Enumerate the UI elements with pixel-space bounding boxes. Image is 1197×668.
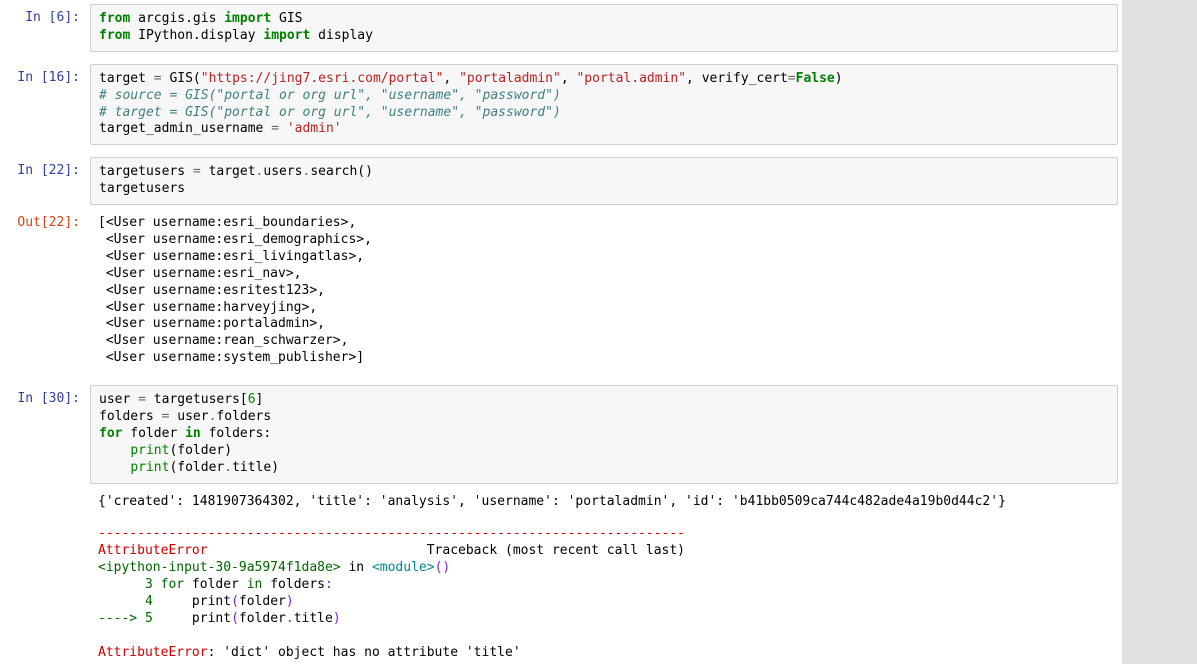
code-input-area[interactable]: target = GIS("https://jing7.esri.com/por… xyxy=(90,64,1118,146)
stdout-area: {'created': 1481907364302, 'title': 'ana… xyxy=(90,488,1118,517)
input-prompt: In [30]: xyxy=(4,385,90,483)
empty-prompt xyxy=(4,520,90,667)
stdout-cell: {'created': 1481907364302, 'title': 'ana… xyxy=(4,488,1118,517)
output-prompt: Out[22]: xyxy=(4,209,90,373)
code-cell[interactable]: In [6]: from arcgis.gis import GIS from … xyxy=(4,4,1118,52)
code-cell[interactable]: In [16]: target = GIS("https://jing7.esr… xyxy=(4,64,1118,146)
empty-prompt xyxy=(4,488,90,517)
code-input-area[interactable]: from arcgis.gis import GIS from IPython.… xyxy=(90,4,1118,52)
input-prompt: In [22]: xyxy=(4,157,90,205)
output-area: [<User username:esri_boundaries>, <User … xyxy=(90,209,1118,373)
code-cell[interactable]: In [30]: user = targetusers[6] folders =… xyxy=(4,385,1118,483)
input-prompt: In [6]: xyxy=(4,4,90,52)
input-prompt: In [16]: xyxy=(4,64,90,146)
code-text[interactable]: from arcgis.gis import GIS from IPython.… xyxy=(99,11,1109,45)
code-input-area[interactable]: targetusers = target.users.search() targ… xyxy=(90,157,1118,205)
notebook-panel: In [6]: from arcgis.gis import GIS from … xyxy=(0,0,1122,664)
traceback-text: ----------------------------------------… xyxy=(98,526,1110,661)
code-text[interactable]: targetusers = target.users.search() targ… xyxy=(99,164,1109,198)
code-input-area[interactable]: user = targetusers[6] folders = user.fol… xyxy=(90,385,1118,483)
output-text: [<User username:esri_boundaries>, <User … xyxy=(98,215,1110,367)
page-background: { "cells": [ { "kind": "code", "prompt_i… xyxy=(0,0,1197,664)
traceback-area: ----------------------------------------… xyxy=(90,520,1118,667)
output-cell: Out[22]: [<User username:esri_boundaries… xyxy=(4,209,1118,373)
stdout-text: {'created': 1481907364302, 'title': 'ana… xyxy=(98,494,1110,511)
traceback-cell: ----------------------------------------… xyxy=(4,520,1118,667)
code-cell[interactable]: In [22]: targetusers = target.users.sear… xyxy=(4,157,1118,205)
code-text[interactable]: target = GIS("https://jing7.esri.com/por… xyxy=(99,71,1109,139)
code-text[interactable]: user = targetusers[6] folders = user.fol… xyxy=(99,392,1109,476)
